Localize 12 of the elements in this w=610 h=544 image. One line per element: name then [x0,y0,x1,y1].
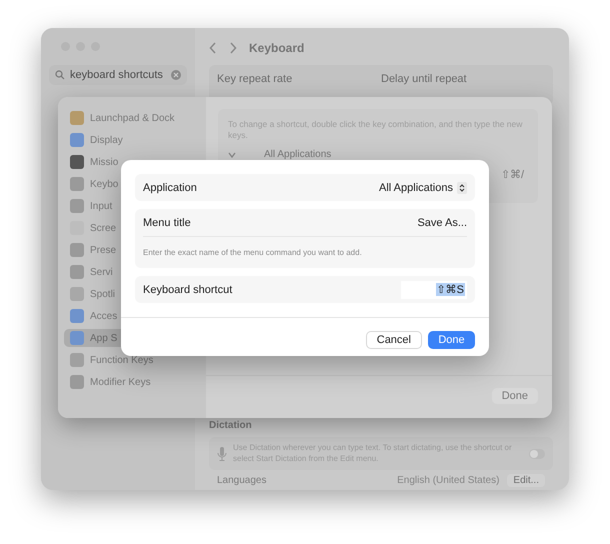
setting-label: Delay until repeat [381,73,468,85]
field-label: Keyboard shortcut [143,284,232,296]
languages-value: English (United States) [397,475,500,486]
languages-label: Languages [217,475,266,486]
section-heading: Dictation [209,420,253,432]
setting-label: Key repeat rate [217,73,294,85]
window-title: Keyboard [249,41,304,55]
shortcut-keys: ⇧⌘/ [500,168,524,182]
field-label: Application [143,182,197,194]
field-label: Menu title [143,216,191,228]
group-label: All Applications [264,149,332,160]
hint-text: Enter the exact name of the menu command you want to add. [143,248,362,257]
